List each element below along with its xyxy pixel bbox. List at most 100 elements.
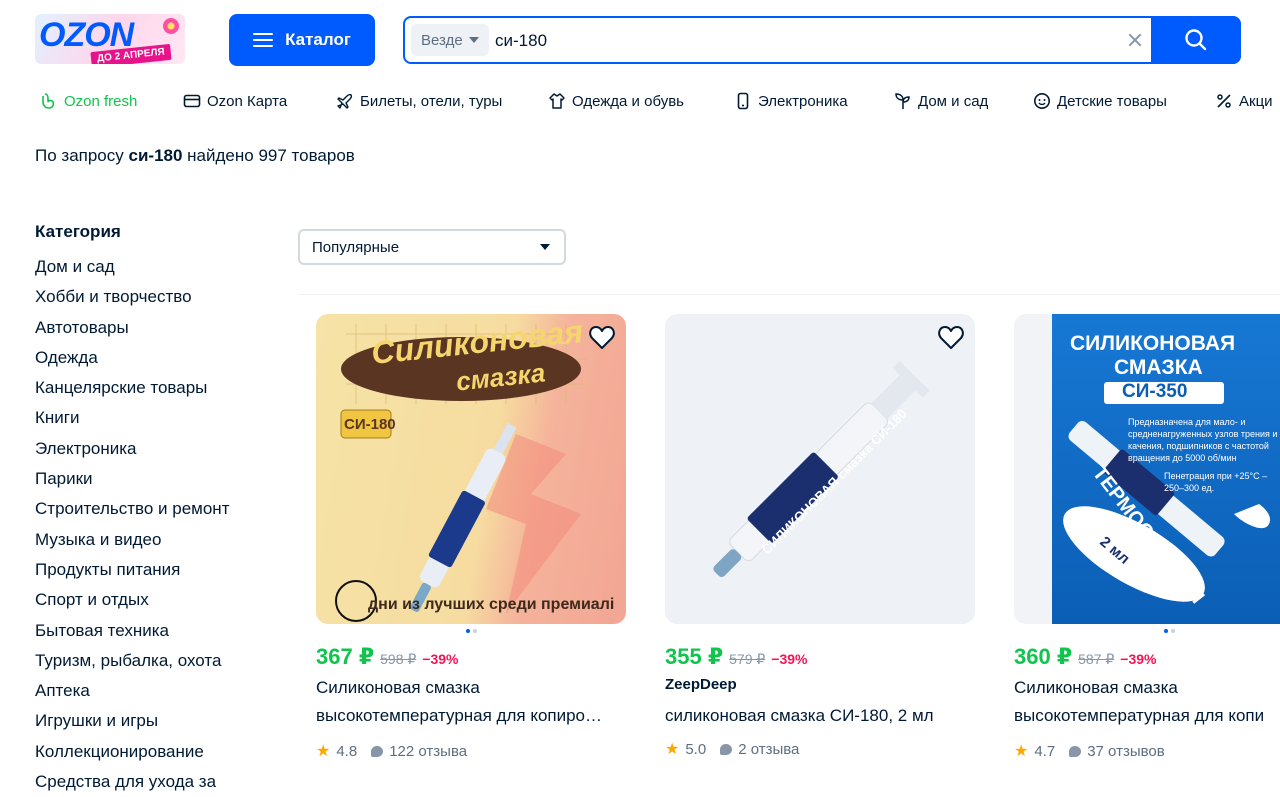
artwork-caption: дни из лучших среди премиалі (368, 596, 615, 613)
price: 360 ₽ (1014, 644, 1073, 669)
reviews-count[interactable]: 37 отзывов (1087, 743, 1165, 760)
reviews-count[interactable]: 2 отзыва (738, 741, 799, 758)
category-item[interactable]: Дом и сад (35, 252, 229, 282)
nav-label: Детские товары (1057, 92, 1167, 110)
category-item[interactable]: Аптека (35, 676, 229, 706)
artwork-tag: СИ-350 (1122, 381, 1188, 402)
star-icon: ★ (1014, 743, 1029, 760)
category-item[interactable]: Автотовары (35, 313, 229, 343)
reviews-icon (1069, 745, 1082, 757)
discount-badge: −39% (422, 651, 459, 667)
category-item[interactable]: Туризм, рыбалка, охота (35, 646, 229, 676)
product-title-line2[interactable]: высокотемпературная для копи (1014, 706, 1280, 726)
menu-icon (253, 32, 274, 48)
plane-icon (337, 93, 353, 109)
old-price: 579 ₽ (729, 651, 766, 667)
result-count: найдено 997 товаров (187, 146, 355, 165)
category-item[interactable]: Игрушки и игры (35, 706, 229, 736)
nav-label: Ozon Карта (207, 92, 288, 110)
search-scope-dropdown[interactable]: Везде (411, 24, 489, 56)
rating-row: ★ 5.0 2 отзыва (665, 739, 799, 759)
category-filter-title: Категория (35, 222, 121, 241)
discount-badge: −39% (771, 651, 808, 667)
search-scope-label: Везде (421, 31, 463, 49)
category-item[interactable]: Строительство и ремонт (35, 494, 229, 524)
clear-icon[interactable] (1123, 28, 1147, 52)
reviews-icon (371, 745, 384, 757)
search-icon (1185, 29, 1207, 51)
old-price: 587 ₽ (1078, 651, 1115, 667)
artwork-headline-1: СИЛИКОНОВАЯ (1070, 332, 1236, 355)
rating-value: 4.7 (1034, 742, 1056, 760)
artwork-headline-2: СМАЗКА (1114, 356, 1203, 379)
nav-kids[interactable]: Детские товары (1033, 84, 1167, 118)
product-brand[interactable]: ZeepDeep (665, 676, 737, 693)
category-item[interactable]: Парики (35, 464, 229, 494)
nav-travel[interactable]: Билеты, отели, туры (336, 84, 502, 118)
image-carousel-dots (466, 629, 477, 633)
category-item[interactable]: Канцелярские товары (35, 373, 229, 403)
nav-promotions[interactable]: Акци (1215, 84, 1273, 118)
price: 367 ₽ (316, 644, 375, 669)
catalog-label: Каталог (285, 30, 351, 49)
caret-down-icon (468, 37, 479, 43)
ozon-logo[interactable]: OZON ДО 2 АПРЕЛЯ (35, 14, 185, 64)
product-card[interactable]: СИЛИКОНОВАЯ СМАЗКА СИ-350 Предназначена … (1014, 314, 1280, 774)
product-title[interactable]: Силиконовая смазка (316, 678, 628, 698)
artwork-description-2: Пенетрация при +25°С – 250–300 ед. (1164, 471, 1268, 493)
product-title[interactable]: Силиконовая смазка (1014, 678, 1280, 698)
rating-value: 4.8 (336, 742, 358, 760)
artwork-description: Предназначена для мало- и средненагружен… (1128, 417, 1278, 463)
nav-electronics[interactable]: Электроника (734, 84, 848, 118)
nav-ozon-fresh[interactable]: Ozon fresh (40, 84, 137, 118)
percent-icon (1217, 94, 1231, 108)
search-bar: Везде (403, 16, 1241, 64)
nav-home-garden[interactable]: Дом и сад (894, 84, 988, 118)
product-card[interactable]: Силиконовая смазка СИ-180 дни из лучших … (316, 314, 628, 760)
caret-down-icon (540, 244, 550, 250)
nav-ozon-card[interactable]: Ozon Карта (183, 84, 287, 118)
nav-label: Одежда и обувь (572, 92, 684, 110)
product-artwork (713, 360, 930, 577)
category-item[interactable]: Бытовая техника (35, 616, 229, 646)
category-item[interactable]: Коллекционирование (35, 737, 229, 767)
nav-label: Билеты, отели, туры (360, 92, 503, 110)
category-item[interactable]: Одежда (35, 343, 229, 373)
product-image[interactable]: СИЛИКОНОВАЯ смазка СИ-180 (665, 314, 975, 624)
flower-icon (163, 18, 179, 34)
star-icon: ★ (316, 743, 331, 760)
catalog-button[interactable]: Каталог (229, 14, 375, 66)
search-button[interactable] (1151, 16, 1241, 64)
reviews-count[interactable]: 122 отзыва (389, 743, 467, 760)
price-row: 367 ₽ 598 ₽ −39% (316, 644, 459, 670)
favorite-heart-icon[interactable] (588, 324, 616, 352)
search-input[interactable] (493, 26, 1097, 56)
product-title[interactable]: силиконовая смазка СИ-180, 2 мл (665, 706, 977, 726)
category-item[interactable]: Электроника (35, 434, 229, 464)
discount-badge: −39% (1120, 651, 1157, 667)
reviews-icon (720, 743, 733, 755)
category-item[interactable]: Музыка и видео (35, 525, 229, 555)
sort-selected: Популярные (312, 238, 400, 256)
product-card[interactable]: СИЛИКОНОВАЯ смазка СИ-180 355 ₽ 579 ₽ −3… (665, 314, 977, 758)
product-image[interactable]: СИЛИКОНОВАЯ СМАЗКА СИ-350 Предназначена … (1014, 314, 1280, 624)
clothes-icon (549, 93, 565, 109)
category-item[interactable]: Продукты питания (35, 555, 229, 585)
rating-row: ★ 4.7 37 отзывов (1014, 741, 1165, 761)
sort-dropdown[interactable]: Популярные (298, 229, 566, 265)
nav-label: Акци (1239, 92, 1273, 110)
category-item[interactable]: Спорт и отдых (35, 585, 229, 615)
old-price: 598 ₽ (380, 651, 417, 667)
favorite-heart-icon[interactable] (937, 324, 965, 352)
rating-value: 5.0 (685, 740, 707, 758)
top-navigation: Ozon fresh Ozon Карта Билеты, отели, тур… (0, 84, 1280, 118)
product-title-line2[interactable]: высокотемпературная для копиро… (316, 706, 628, 726)
nav-label: Ozon fresh (64, 92, 138, 110)
nav-clothes[interactable]: Одежда и обувь (548, 84, 684, 118)
nav-label: Электроника (758, 92, 848, 110)
result-prefix: По запросу (35, 146, 124, 165)
category-item[interactable]: Хобби и творчество (35, 282, 229, 312)
product-image[interactable]: Силиконовая смазка СИ-180 дни из лучших … (316, 314, 626, 624)
price-row: 355 ₽ 579 ₽ −39% (665, 644, 808, 670)
category-item[interactable]: Книги (35, 403, 229, 433)
